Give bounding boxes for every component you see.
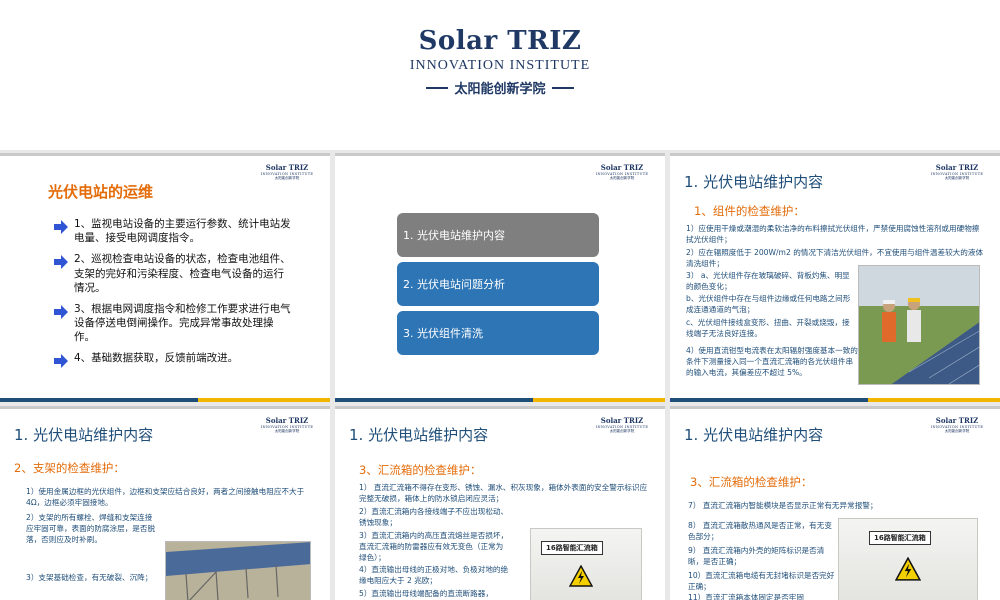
list-item: 4、基础数据获取，反馈前端改进。 (54, 351, 294, 369)
slide-mini-logo: Solar TRIZ INNOVATION INSTITUTE 太阳能创新学院 (256, 416, 318, 434)
slide-footer-bar (670, 398, 1000, 402)
paragraph: 3）支架基础检查，有无破裂、沉降； (26, 573, 153, 582)
paragraph: 11）直流汇流箱本体固定是否牢固 (688, 593, 804, 600)
arrow-right-icon (54, 220, 68, 234)
menu-item-1[interactable]: 1. 光伏电站维护内容 (397, 213, 599, 257)
section-subtitle: 1、组件的检查维护： (694, 204, 805, 218)
paragraph: 2）直流汇流箱内各接线端子不应出现松动、锈蚀现象； (359, 507, 509, 527)
slide-thumbnail-5[interactable]: Solar TRIZ INNOVATION INSTITUTE 太阳能创新学院 … (335, 406, 665, 600)
combiner-box-photo: 16路智能汇流箱 (530, 528, 642, 600)
list-item: 2、巡视检查电站设备的状态，检查电池组件、支架的完好和污染程度、检查电气设备的运… (54, 252, 294, 295)
section-subtitle: 2、支架的检查维护： (14, 461, 125, 475)
paragraph: 2）支架的所有螺栓、焊缝和支架连接应牢固可靠，表面的防腐涂层，是否脱落，否则应及… (26, 513, 156, 544)
mini-logo-main: Solar TRIZ (600, 416, 644, 425)
logo-sub-text: INNOVATION INSTITUTE (409, 58, 591, 73)
slide-footer-bar (335, 398, 665, 402)
combiner-box-label: 16路智能汇流箱 (541, 541, 603, 555)
slide-thumbnail-3[interactable]: Solar TRIZ INNOVATION INSTITUTE 太阳能创新学院 … (670, 153, 1000, 402)
slide-mini-logo: Solar TRIZ INNOVATION INSTITUTE 太阳能创新学院 (926, 416, 988, 434)
slide-mini-logo: Solar TRIZ INNOVATION INSTITUTE 太阳能创新学院 (256, 163, 318, 181)
panel-support-image (166, 542, 310, 600)
mini-logo-cn: 太阳能创新学院 (609, 176, 635, 180)
slide-footer-bar (0, 398, 330, 402)
paragraph: 4）使用直流钳型电流表在太阳辐射强度基本一致的条件下测量接入同一个直流汇流箱的各… (686, 346, 858, 377)
paragraph: 7） 直流汇流箱内智能模块是否显示正常有无异常报警； (688, 501, 878, 510)
slide-title: 1. 光伏电站维护内容 (684, 173, 824, 191)
mini-logo-main: Solar TRIZ (265, 163, 309, 172)
combiner-box-photo: 16路智能汇流箱 (838, 518, 978, 600)
list-item-text: 3、根据电网调度指令和检修工作要求进行电气设备停送电倒闸操作。完成异常事故处理操… (74, 302, 291, 344)
logo-cn-text: 太阳能创新学院 (454, 82, 546, 97)
slide-title: 光伏电站的运维 (48, 183, 154, 201)
high-voltage-warning-icon (569, 565, 593, 587)
support-structure-photo (165, 541, 311, 600)
mini-logo-main: Solar TRIZ (935, 416, 979, 425)
list-item-text: 1、监视电站设备的主要运行参数、统计电站发电量、接受电网调度指令。 (74, 218, 291, 245)
list-item: 1、监视电站设备的主要运行参数、统计电站发电量、接受电网调度指令。 (54, 217, 294, 245)
paragraph: 3） a、光伏组件存在玻璃破碎、背板灼焦、明显的颜色变化； (686, 271, 850, 291)
slide-thumbnail-6[interactable]: Solar TRIZ INNOVATION INSTITUTE 太阳能创新学院 … (670, 406, 1000, 600)
paragraph: 5）直流输出母线端配备的直流断路器， (359, 589, 493, 598)
mini-logo-cn: 太阳能创新学院 (274, 176, 300, 180)
mini-logo-cn: 太阳能创新学院 (609, 429, 635, 433)
paragraph: 8） 直流汇流箱散热通风是否正常，有无变色部分； (688, 521, 832, 541)
slide-title: 1. 光伏电站维护内容 (349, 426, 489, 444)
slide-thumbnail-1[interactable]: Solar TRIZ INNOVATION INSTITUTE 太阳能创新学院 … (0, 153, 330, 402)
paragraph: 1）应使用干燥或潮湿的柔软洁净的布料擦拭光伏组件，严禁使用腐蚀性溶剂或用硬物擦拭… (686, 224, 980, 244)
paragraph: 10）直流汇流箱电缆有无封堵标识是否完好正确； (688, 571, 835, 591)
bullet-list: 1、监视电站设备的主要运行参数、统计电站发电量、接受电网调度指令。 2、巡视检查… (54, 217, 294, 373)
header-banner: Solar TRIZ INNOVATION INSTITUTE 太阳能创新学院 (0, 0, 1000, 150)
paragraph: b、光伏组件中存在与组件边缘或任何电路之间形成连通通道的气泡； (686, 294, 851, 314)
workers-photo (858, 265, 980, 385)
slide-title: 1. 光伏电站维护内容 (14, 426, 154, 444)
slide-thumbnail-2[interactable]: Solar TRIZ INNOVATION INSTITUTE 太阳能创新学院 … (335, 153, 665, 402)
slide-title: 1. 光伏电站维护内容 (684, 426, 824, 444)
list-item-text: 2、巡视检查电站设备的状态，检查电池组件、支架的完好和污染程度、检查电气设备的运… (74, 253, 291, 294)
logo-dash-left (426, 86, 449, 89)
logo-cn-row: 太阳能创新学院 (400, 78, 600, 97)
paragraph: 9） 直流汇流箱内外壳的矩阵标识是否清晰，是否正确； (688, 546, 825, 566)
paragraph: 1）使用金属边框的光伏组件，边框和支架应结合良好，两者之间接触电阻应不大于 4Ω… (26, 487, 305, 507)
high-voltage-warning-icon (895, 557, 921, 581)
mini-logo-cn: 太阳能创新学院 (944, 429, 970, 433)
mini-logo-cn: 太阳能创新学院 (944, 176, 970, 180)
mini-logo-main: Solar TRIZ (935, 163, 979, 172)
solar-triz-logo: Solar TRIZ INNOVATION INSTITUTE 太阳能创新学院 (400, 26, 600, 97)
paragraph: 3）直流汇流箱内的高压直流熔丝是否损坏，直流汇流箱的防雷器应有效无变色（正常为绿… (359, 531, 509, 562)
menu-item-3[interactable]: 3. 光伏组件清洗 (397, 311, 599, 355)
section-subtitle: 3、汇流箱的检查维护： (359, 463, 482, 477)
slide-mini-logo: Solar TRIZ INNOVATION INSTITUTE 太阳能创新学院 (591, 163, 653, 181)
slide-mini-logo: Solar TRIZ INNOVATION INSTITUTE 太阳能创新学院 (926, 163, 988, 181)
section-subtitle: 3、汇流箱的检查维护： (690, 475, 813, 489)
workers-on-panels-image (859, 266, 979, 384)
slide-mini-logo: Solar TRIZ INNOVATION INSTITUTE 太阳能创新学院 (591, 416, 653, 434)
paragraph: 1） 直流汇流箱不得存在变形、锈蚀、漏水、积灰现象，箱体外表面的安全警示标识应完… (359, 483, 648, 503)
logo-dash-right (551, 86, 574, 89)
paragraph: 4）直流输出母线的正极对地、负极对地的绝缘电阻应大于 2 兆欧； (359, 565, 509, 585)
mini-logo-cn: 太阳能创新学院 (274, 429, 300, 433)
arrow-right-icon (54, 255, 68, 270)
mini-logo-main: Solar TRIZ (600, 163, 644, 172)
slide-thumbnail-4[interactable]: Solar TRIZ INNOVATION INSTITUTE 太阳能创新学院 … (0, 406, 330, 600)
arrow-right-icon (54, 304, 68, 319)
combiner-box-label: 16路智能汇流箱 (869, 531, 931, 545)
arrow-right-icon (54, 354, 68, 369)
list-item: 3、根据电网调度指令和检修工作要求进行电气设备停送电倒闸操作。完成异常事故处理操… (54, 302, 294, 345)
paragraph: c、光伏组件接线盒变形、扭曲、开裂或烧毁，接线端子无法良好连接。 (686, 318, 850, 338)
mini-logo-main: Solar TRIZ (265, 416, 309, 425)
logo-main-text: Solar TRIZ (418, 26, 582, 56)
list-item-text: 4、基础数据获取，反馈前端改进。 (74, 352, 239, 365)
menu-item-2[interactable]: 2. 光伏电站问题分析 (397, 262, 599, 306)
